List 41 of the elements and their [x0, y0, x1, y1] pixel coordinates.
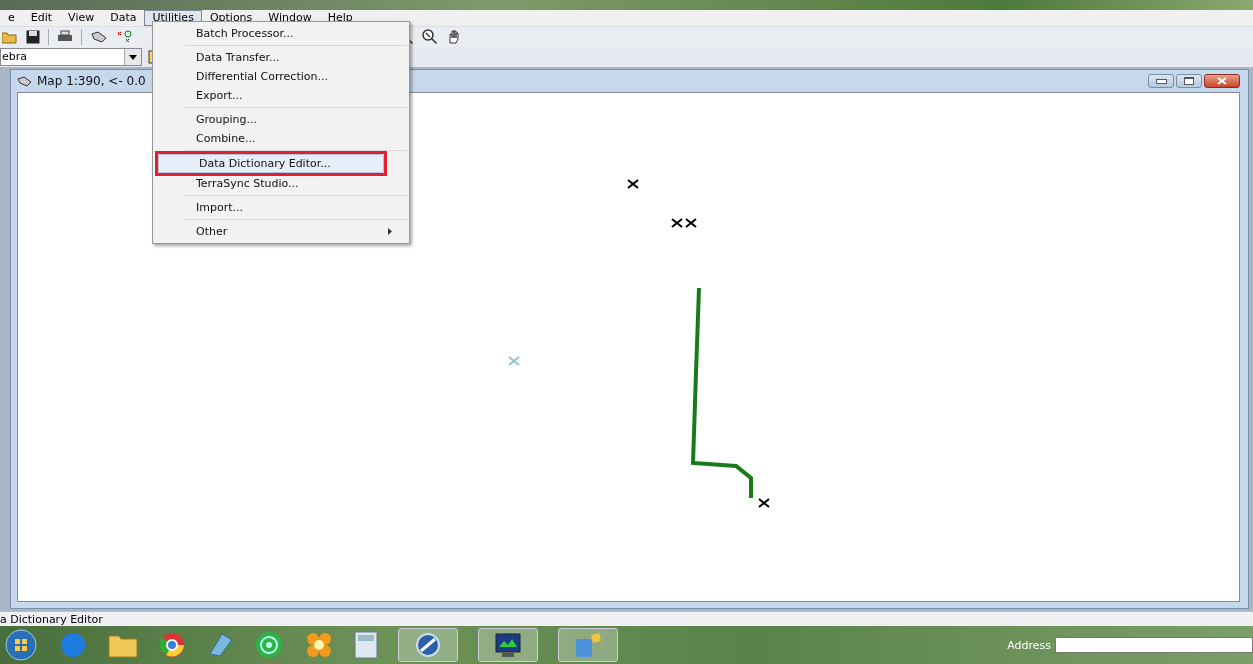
close-icon [1217, 77, 1227, 85]
layer-dropdown[interactable]: ebra [0, 48, 142, 66]
menu-item[interactable]: TerraSync Studio... [155, 174, 407, 193]
menu-item[interactable]: Export... [155, 86, 407, 105]
spiral-icon[interactable] [254, 630, 284, 660]
menu-item[interactable]: Data Transfer... [155, 48, 407, 67]
menu-item[interactable]: View [60, 10, 103, 26]
close-button[interactable] [1204, 74, 1240, 88]
taskbar-app-button[interactable] [478, 628, 538, 662]
menu-item[interactable]: Combine... [155, 129, 407, 148]
hand-icon[interactable] [446, 29, 462, 45]
monitor-icon [493, 631, 523, 659]
notepad-icon[interactable] [206, 632, 234, 658]
disc-icon [413, 631, 443, 659]
circle-logo-icon[interactable] [158, 631, 186, 659]
caret-icon [129, 54, 137, 60]
menu-item[interactable]: Edit [22, 10, 61, 26]
save-icon[interactable] [26, 30, 40, 44]
folder-icon[interactable] [108, 632, 138, 658]
folder-icon[interactable] [2, 30, 18, 44]
taskbar-app-button[interactable] [398, 628, 458, 662]
menu-item[interactable]: Data Dictionary Editor... [158, 154, 384, 173]
flower-icon[interactable] [304, 631, 334, 659]
menu-item[interactable]: Differential Correction... [155, 67, 407, 86]
minimize-button[interactable] [1148, 74, 1174, 88]
print-icon[interactable] [57, 30, 73, 44]
calculator-icon[interactable] [354, 631, 378, 659]
menu-item[interactable]: Grouping... [155, 110, 407, 129]
menu-item[interactable]: Other [155, 222, 407, 241]
menu-item[interactable]: Import... [155, 198, 407, 217]
maximize-button[interactable] [1176, 74, 1202, 88]
menu-item[interactable]: Batch Processor... [155, 24, 407, 43]
menu-item[interactable]: e [0, 10, 23, 26]
points-icon[interactable] [116, 30, 134, 44]
start-orb-icon[interactable] [4, 628, 38, 662]
status-text: a Dictionary Editor [0, 612, 103, 626]
address-label: Address [1007, 638, 1051, 652]
address-field[interactable] [1055, 637, 1253, 653]
zoom-icon[interactable] [422, 29, 438, 45]
window-title: Map 1:390, <- 0.0 [37, 74, 146, 88]
menu-item[interactable]: Data [102, 10, 145, 26]
